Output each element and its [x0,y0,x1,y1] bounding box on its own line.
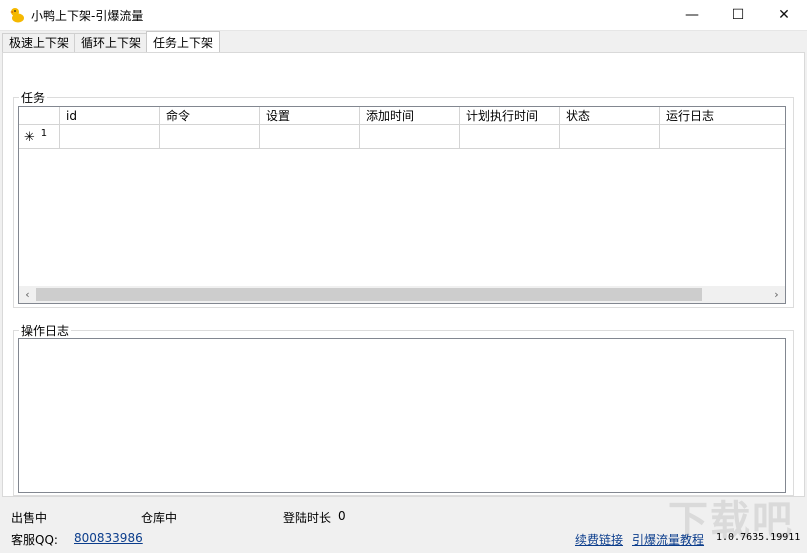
maximize-button[interactable]: ☐ [715,0,761,30]
column-header-status[interactable]: 状态 [560,107,660,125]
login-duration-label: 登陆时长 [283,511,332,525]
close-icon: ✕ [778,7,790,23]
selling-count-label: 出售中 [11,511,48,525]
operation-log-textarea[interactable] [18,338,786,493]
column-header-id[interactable]: id [60,107,160,125]
log-group-label: 操作日志 [19,322,72,339]
tab-strip: 极速上下架 循环上下架 任务上下架 [0,31,807,53]
new-row-asterisk-icon: ✳ [24,130,35,145]
cell-added-time[interactable] [360,125,460,149]
column-header-scheduled-time[interactable]: 计划执行时间 [460,107,560,125]
cell-id[interactable] [60,125,160,149]
scrollbar-thumb[interactable] [36,288,702,301]
version-label: 1.0.7635.19911 [716,532,801,543]
scroll-left-icon[interactable]: ‹ [19,286,36,303]
cell-status[interactable] [560,125,660,149]
task-group-label: 任务 [19,89,48,106]
task-grid-header: id 命令 设置 添加时间 计划执行时间 状态 运行日志 [19,107,785,125]
login-duration-value: 0 [338,509,346,523]
row-header[interactable]: ✳ 1 [19,125,60,149]
tab-fast-listing[interactable]: 极速上下架 [2,33,77,52]
duck-app-icon [10,8,24,23]
column-header-run-log[interactable]: 运行日志 [660,107,785,125]
cell-command[interactable] [160,125,260,149]
column-header-settings[interactable]: 设置 [260,107,360,125]
renew-link[interactable]: 续费链接 [575,531,623,548]
maximize-icon: ☐ [731,7,745,23]
row-header-corner [19,107,60,125]
column-header-command[interactable]: 命令 [160,107,260,125]
title-bar: 小鸭上下架-引爆流量 — ☐ ✕ [0,0,807,31]
tab-loop-listing[interactable]: 循环上下架 [74,33,149,52]
window-title: 小鸭上下架-引爆流量 [31,9,144,23]
minimize-button[interactable]: — [669,0,715,30]
cell-settings[interactable] [260,125,360,149]
support-qq-label: 客服QQ: [11,533,58,547]
table-row-new[interactable]: ✳ 1 [19,125,785,149]
close-button[interactable]: ✕ [761,0,807,30]
row-index: 1 [40,128,48,139]
minimize-icon: — [685,7,699,23]
scroll-right-icon[interactable]: › [768,286,785,303]
cell-run-log[interactable] [660,125,785,149]
tutorial-link[interactable]: 引爆流量教程 [632,531,704,548]
cell-scheduled-time[interactable] [460,125,560,149]
column-header-added-time[interactable]: 添加时间 [360,107,460,125]
support-qq-link[interactable]: 800833986 [74,531,143,545]
task-grid[interactable]: id 命令 设置 添加时间 计划执行时间 状态 运行日志 ✳ 1 ‹ › [18,106,786,304]
warehouse-count-label: 仓库中 [141,511,178,525]
tab-task-listing[interactable]: 任务上下架 [146,31,221,53]
horizontal-scrollbar[interactable]: ‹ › [19,286,785,303]
